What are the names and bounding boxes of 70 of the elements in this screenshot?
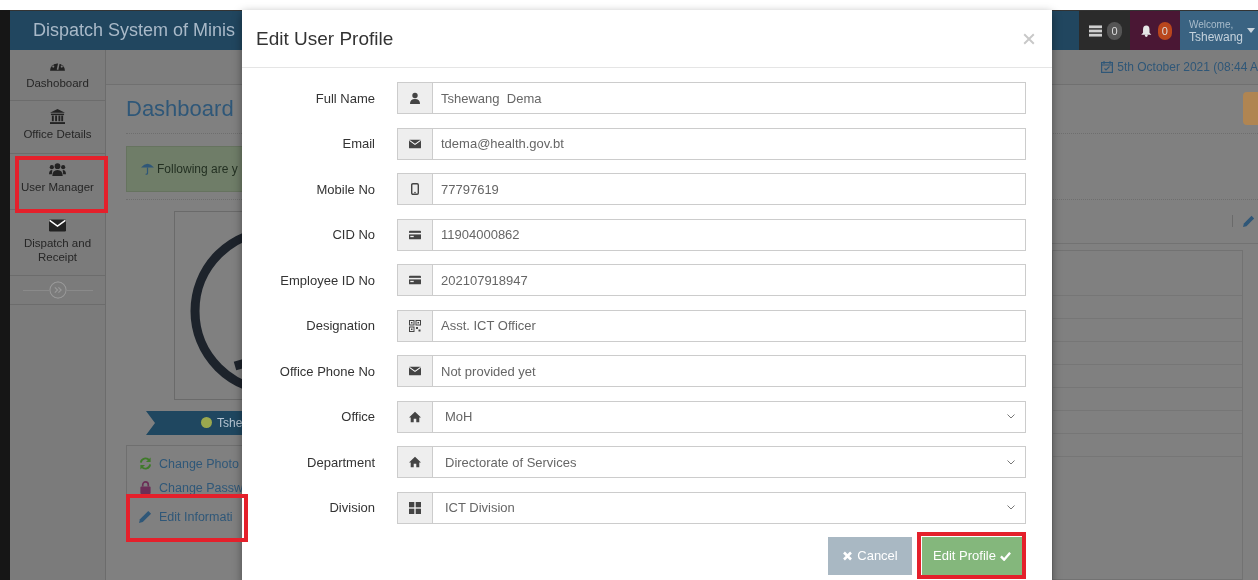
field-label: CID No	[331, 227, 375, 242]
field-label: Office	[340, 409, 375, 424]
profile-name: Tshe	[217, 416, 243, 430]
field-label: Employee ID No	[279, 272, 375, 288]
envelope-icon	[409, 137, 421, 150]
grid-icon	[409, 501, 421, 514]
select-field[interactable]: Directorate of Services	[432, 446, 1026, 478]
server-icon	[1089, 24, 1102, 37]
select-field[interactable]: MoH	[432, 400, 1026, 433]
card-icon	[409, 274, 421, 286]
close-icon	[1023, 32, 1035, 45]
lock-icon	[139, 481, 152, 495]
field-label: Mobile No	[315, 181, 375, 197]
input-field[interactable]: Tshewang Dema	[432, 82, 1026, 114]
field-label: Designation	[305, 318, 375, 333]
sidebar-item[interactable]: User Manager	[10, 154, 105, 210]
sidebar-label: User Manager	[21, 180, 94, 194]
house-icon	[409, 410, 421, 423]
user-name: Tshewang	[1189, 30, 1244, 44]
field-label: Division	[328, 500, 375, 515]
input-field[interactable]: tdema@health.gov.bt	[432, 127, 1026, 160]
bell-icon	[1140, 24, 1153, 37]
input-field[interactable]: Not provided yet	[432, 355, 1026, 387]
sidebar-item[interactable]: Dashoboard	[10, 50, 105, 101]
notifications-button[interactable]: 0	[1130, 11, 1180, 50]
sidebar-label: Dashoboard	[26, 76, 89, 90]
expand-icon[interactable]	[48, 281, 67, 299]
chevron-icon	[1007, 505, 1015, 510]
settings-button[interactable]	[1243, 92, 1258, 126]
app-title: Dispatch System of Minis	[32, 19, 236, 42]
chevron-icon	[1007, 459, 1015, 465]
count-badge: 0	[1157, 21, 1172, 40]
notice-text: Following are y	[157, 161, 238, 176]
qr-code-icon	[409, 319, 421, 332]
close-icon	[842, 550, 854, 561]
count-badge: 0	[1107, 21, 1122, 40]
envelope-icon	[49, 218, 66, 233]
field-label: Department	[306, 454, 375, 470]
greeting-text: Welcome,	[1189, 17, 1235, 31]
mobile-phone-icon	[409, 183, 421, 195]
bank-icon	[49, 109, 66, 124]
user-icon	[409, 92, 421, 104]
field-label: Email	[341, 136, 375, 151]
chevron-icon	[1007, 414, 1015, 419]
sidebar-item[interactable]: Office Details	[10, 101, 105, 154]
card-icon	[409, 228, 421, 241]
pencil-icon	[139, 510, 152, 524]
calendar-icon	[1101, 61, 1114, 74]
user-menu[interactable]: Welcome, Tshewang	[1180, 11, 1258, 50]
dialog-title: Edit User Profile	[256, 27, 394, 50]
house-icon	[409, 456, 421, 468]
field-label: Office Phone No	[278, 363, 375, 379]
input-field[interactable]: 77797619	[432, 173, 1026, 205]
umbrella-icon	[141, 162, 154, 176]
pencil-icon[interactable]	[1232, 215, 1255, 228]
input-field[interactable]: 11904000862	[432, 218, 1026, 251]
refresh-icon	[139, 457, 152, 471]
input-field[interactable]: Asst. ICT Officer	[432, 309, 1026, 342]
caret-icon	[1247, 28, 1256, 33]
field-label: Full Name	[314, 90, 375, 106]
envelope-icon	[409, 365, 421, 377]
tasks-button[interactable]: 0	[1079, 11, 1130, 50]
select-field[interactable]: ICT Division	[432, 491, 1026, 524]
users-icon	[49, 162, 66, 177]
check-icon	[999, 550, 1011, 561]
sidebar-label: Office Details	[23, 127, 92, 141]
date-text: 5th October 2021 (08:44 A	[1117, 60, 1258, 75]
page-title: Dashboard	[126, 96, 234, 122]
input-field[interactable]: 202107918947	[432, 264, 1026, 296]
sidebar-label: Dispatch and Receipt	[22, 236, 93, 264]
